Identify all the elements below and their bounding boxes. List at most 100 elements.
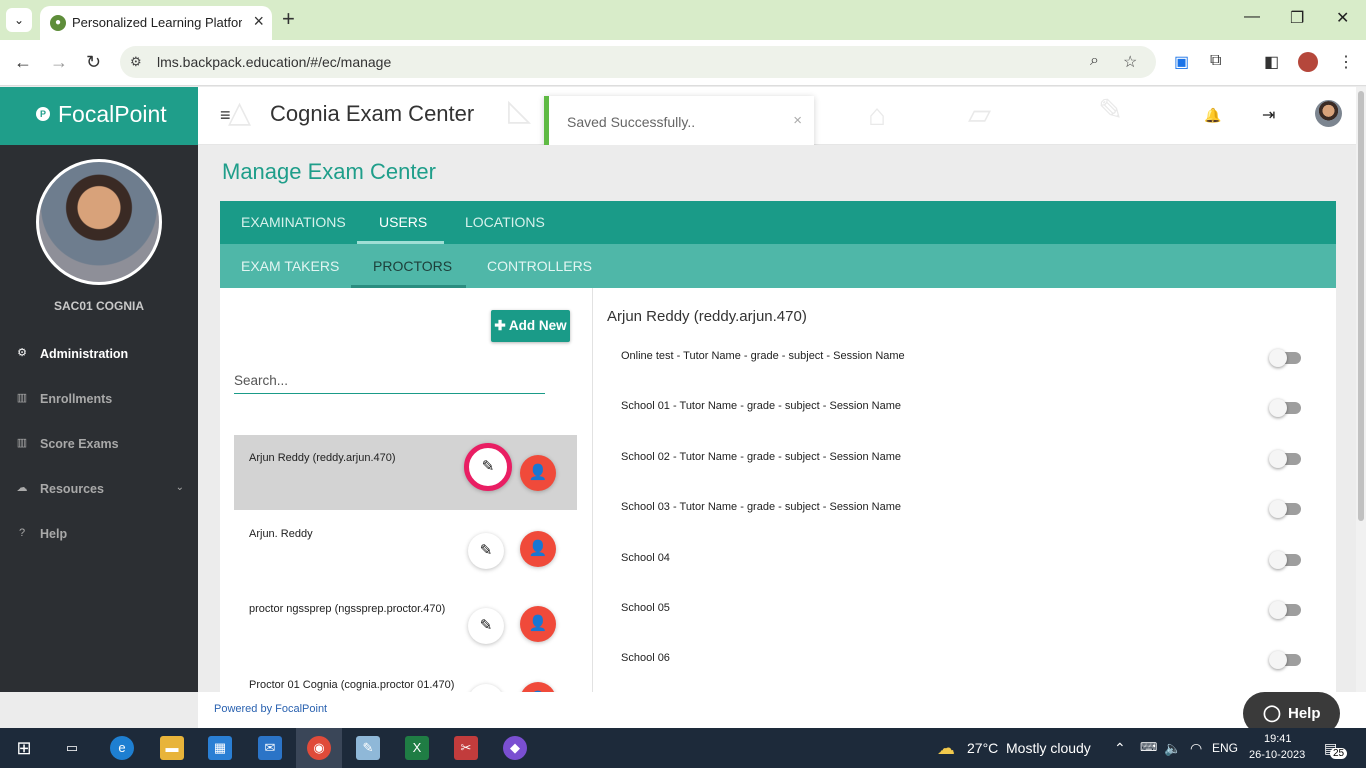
tab-examinations[interactable]: EXAMINATIONS — [241, 214, 346, 230]
volume-icon[interactable]: 🔈 — [1164, 740, 1181, 757]
session-label: School 05 — [621, 602, 670, 614]
weather-temp[interactable]: 27°C — [967, 740, 998, 756]
file-explorer-icon[interactable]: ▬ — [160, 736, 184, 760]
tab-close-icon[interactable]: × — [253, 11, 264, 32]
store-icon[interactable]: ▦ — [208, 736, 232, 760]
user-assign-icon[interactable]: 👤 — [520, 455, 556, 491]
session-label: School 03 - Tutor Name - grade - subject… — [621, 501, 902, 513]
proctor-row[interactable]: Arjun. Reddy ✎ 👤 — [234, 511, 577, 586]
add-new-button[interactable]: ✚ Add New — [491, 310, 570, 342]
side-panel-icon[interactable]: ◧ — [1264, 52, 1279, 72]
session-toggle[interactable] — [1269, 399, 1301, 417]
snipping-tool-icon[interactable]: ✂ — [454, 736, 478, 760]
session-row: School 04 — [621, 551, 1321, 582]
session-toggle[interactable] — [1269, 450, 1301, 468]
tray-chevron-icon[interactable]: ⌃ — [1114, 740, 1126, 757]
gear-icon: ⚙ — [17, 347, 27, 359]
sidebar-item-label: Enrollments — [40, 392, 113, 406]
clock-date[interactable]: 26-10-2023 — [1249, 749, 1305, 761]
extensions-icon[interactable]: ⧉ — [1210, 52, 1221, 70]
user-assign-icon[interactable]: 👤 — [520, 531, 556, 567]
browser-tab[interactable]: ● Personalized Learning Platform × — [40, 6, 272, 40]
sidebar-item-label: Administration — [40, 347, 129, 361]
tab-locations[interactable]: LOCATIONS — [465, 214, 545, 230]
edge-icon[interactable]: e — [110, 736, 134, 760]
session-label: School 04 — [621, 552, 670, 564]
chrome-icon[interactable]: ◉ — [307, 736, 331, 760]
proctor-row[interactable]: proctor ngssprep (ngssprep.proctor.470) … — [234, 586, 577, 661]
ime-icon[interactable]: ⌨ — [1140, 740, 1157, 754]
edit-pencil-icon[interactable]: ✎ — [468, 608, 504, 644]
decor-ruler-icon: ◺ — [508, 94, 532, 127]
proctor-row[interactable]: Proctor 01 Cognia (cognia.proctor 01.470… — [234, 662, 577, 692]
back-icon[interactable]: ← — [14, 52, 32, 73]
sidebar-item-administration[interactable]: ⚙ Administration — [0, 339, 198, 369]
sidebar-item-score-exams[interactable]: ▥ Score Exams — [0, 429, 198, 459]
search-input[interactable] — [234, 368, 545, 394]
close-window-icon[interactable]: ✕ — [1336, 8, 1349, 28]
session-row: Online test - Tutor Name - grade - subje… — [621, 349, 1321, 380]
scrollbar-thumb[interactable] — [1358, 91, 1364, 521]
session-toggle[interactable] — [1269, 651, 1301, 669]
session-toggle[interactable] — [1269, 601, 1301, 619]
notepad-icon[interactable]: ✎ — [356, 736, 380, 760]
session-toggle[interactable] — [1269, 551, 1301, 569]
new-tab-icon[interactable]: + — [282, 6, 295, 32]
tab-exam-takers[interactable]: EXAM TAKERS — [241, 258, 339, 274]
question-icon: ? — [18, 527, 26, 539]
profile-avatar[interactable] — [1298, 52, 1318, 72]
powered-by-link[interactable]: Powered by FocalPoint — [214, 703, 327, 715]
browser-tab-bar: ⌄ ● Personalized Learning Platform × + —… — [0, 0, 1366, 40]
browser-toolbar: ← → ↻ ⚙ lms.backpack.education/#/ec/mana… — [0, 40, 1366, 86]
browser-menu-icon[interactable]: ⋮ — [1338, 52, 1354, 72]
restore-icon[interactable]: ❐ — [1290, 8, 1304, 28]
forward-icon[interactable]: → — [50, 52, 68, 73]
site-info-icon[interactable]: ⚙ — [130, 54, 142, 70]
minimize-icon[interactable]: — — [1244, 8, 1260, 26]
hamburger-menu-icon[interactable]: ≡ — [220, 105, 231, 126]
task-view-icon[interactable]: ▭ — [60, 736, 84, 760]
language-indicator[interactable]: ENG — [1212, 741, 1238, 755]
edit-pencil-icon[interactable]: ✎ — [468, 684, 504, 692]
sidebar-item-resources[interactable]: ☁ Resources ⌄ — [0, 474, 198, 504]
logout-icon[interactable]: ⇥ — [1262, 105, 1275, 125]
weather-cloud-icon[interactable]: ☁ — [934, 736, 958, 760]
screen-cast-icon[interactable]: ▣ — [1174, 52, 1189, 72]
session-toggle[interactable] — [1269, 349, 1301, 367]
excel-icon[interactable]: X — [405, 736, 429, 760]
cloud-icon: ☁ — [16, 482, 28, 494]
tab-search-chevron-icon[interactable]: ⌄ — [6, 8, 32, 32]
tab-users[interactable]: USERS — [379, 214, 427, 230]
header-avatar[interactable] — [1315, 100, 1342, 127]
sidebar-item-enrollments[interactable]: ▥ Enrollments — [0, 384, 198, 414]
paint-icon[interactable]: ◆ — [503, 736, 527, 760]
windows-start-icon[interactable]: ⊞ — [12, 736, 36, 760]
toast-close-icon[interactable]: × — [793, 112, 802, 129]
selected-proctor-title: Arjun Reddy (reddy.arjun.470) — [607, 308, 807, 325]
weather-desc[interactable]: Mostly cloudy — [1006, 740, 1091, 756]
clock-time[interactable]: 19:41 — [1264, 733, 1292, 745]
main-content: Manage Exam Center EXAMINATIONS USERS LO… — [198, 145, 1356, 692]
proctor-row[interactable]: Arjun Reddy (reddy.arjun.470) ✎ 👤 — [234, 435, 577, 510]
user-name: SAC01 COGNIA — [53, 299, 145, 313]
zoom-icon[interactable]: ⌕ — [1090, 52, 1099, 70]
address-bar[interactable]: ⚙ lms.backpack.education/#/ec/manage ⌕ ☆ — [120, 46, 1156, 78]
brand-logo[interactable]: P FocalPoint — [0, 87, 198, 145]
reload-icon[interactable]: ↻ — [86, 52, 101, 73]
tab-controllers[interactable]: CONTROLLERS — [487, 258, 592, 274]
sidebar-item-label: Score Exams — [40, 437, 119, 451]
user-assign-icon[interactable]: 👤 — [520, 682, 556, 692]
sidebar-item-help[interactable]: ? Help — [0, 519, 198, 549]
session-toggle[interactable] — [1269, 500, 1301, 518]
edit-pencil-icon[interactable]: ✎ — [464, 443, 512, 491]
mail-icon[interactable]: ✉ — [258, 736, 282, 760]
edit-pencil-icon[interactable]: ✎ — [468, 533, 504, 569]
page-header-title: Cognia Exam Center — [270, 101, 475, 126]
bell-icon[interactable]: 🔔 — [1204, 107, 1221, 124]
bookmark-star-icon[interactable]: ☆ — [1123, 52, 1137, 72]
wifi-icon[interactable]: ◠ — [1190, 740, 1202, 757]
page-scrollbar[interactable] — [1356, 87, 1366, 692]
tab-proctors[interactable]: PROCTORS — [373, 258, 452, 274]
user-assign-icon[interactable]: 👤 — [520, 606, 556, 642]
chat-bubble-icon: ◯ — [1263, 705, 1281, 722]
